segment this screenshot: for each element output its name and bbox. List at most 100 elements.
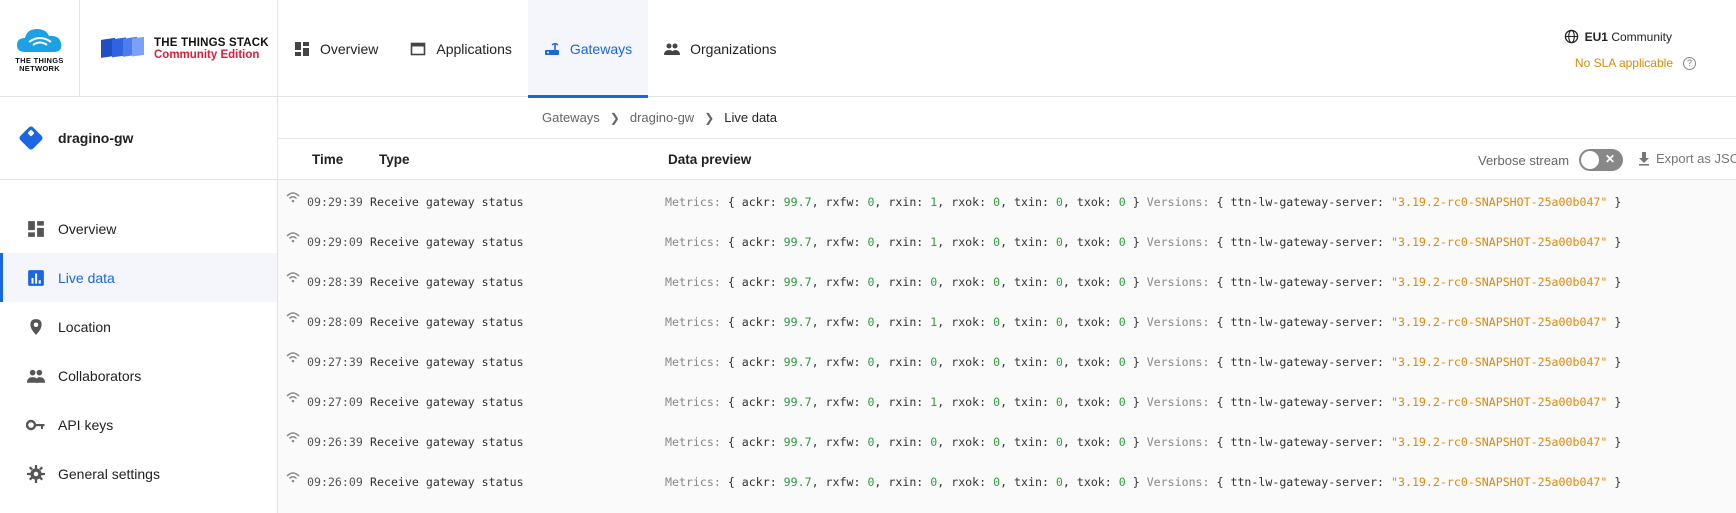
table-row[interactable]: 09:26:09 Receive gateway status Metrics: {… (278, 460, 1736, 500)
rxok-value: 0 (993, 475, 1001, 489)
event-preview: Metrics: { ackr: 99.7, rxfw: 0, rxin: 1,… (665, 395, 1622, 409)
table-row[interactable]: 09:29:09 Receive gateway status Metrics: {… (278, 220, 1736, 260)
txok-value: 0 (1118, 475, 1126, 489)
rxok-value: 0 (993, 355, 1001, 369)
sidebar-item-label: Overview (58, 220, 117, 237)
cluster-region: EU1 (1584, 29, 1608, 44)
wifi-icon (286, 272, 300, 283)
server-key: ttn-lw-gateway-server: (1230, 235, 1385, 249)
metrics-label: Metrics: (665, 315, 721, 329)
nav-applications[interactable]: Applications (394, 0, 528, 97)
help-icon[interactable]: ? (1683, 56, 1696, 70)
event-type: Receive gateway status (370, 475, 524, 489)
sidebar-item-live-data[interactable]: Live data (0, 253, 277, 302)
txok-value: 0 (1118, 355, 1126, 369)
sidebar-item-overview[interactable]: Overview (0, 204, 277, 253)
ttn-logo-line2: NETWORK (19, 64, 60, 73)
txin-value: 0 (1055, 315, 1063, 329)
wifi-icon (286, 352, 300, 363)
txin-value: 0 (1055, 355, 1063, 369)
event-time: 09:26:39 (307, 435, 363, 449)
rxfw-value: 0 (867, 395, 875, 409)
sidebar-item-location[interactable]: Location (0, 302, 277, 351)
sidebar-item-general-settings[interactable]: General settings (0, 449, 277, 498)
nav-organizations[interactable]: Organizations (648, 0, 792, 97)
event-type: Receive gateway status (370, 395, 524, 409)
rxin-value: 1 (930, 395, 938, 409)
event-time: 09:27:39 (307, 355, 363, 369)
rxok-value: 0 (993, 195, 1001, 209)
wifi-icon (286, 192, 300, 203)
cluster-info[interactable]: EU1 Community No SLA applicable ? (1516, 29, 1696, 70)
versions-label: Versions: (1146, 355, 1210, 369)
events-table-header: Time Type Data preview Verbose stream ✕ … (278, 139, 1736, 180)
sla-notice: No SLA applicable (1574, 56, 1673, 70)
verbose-stream-label: Verbose stream (1478, 152, 1570, 168)
window-icon (411, 42, 426, 55)
event-preview: Metrics: { ackr: 99.7, rxfw: 0, rxin: 0,… (665, 475, 1622, 489)
tts-stack-icon (101, 36, 144, 58)
rxfw-value: 0 (867, 355, 875, 369)
event-time: 09:28:09 (307, 315, 363, 329)
cloud-logo-icon (16, 29, 61, 52)
ttn-logo[interactable]: THE THINGS NETWORK (0, 0, 80, 97)
sidebar-item-collaborators[interactable]: Collaborators (0, 351, 277, 400)
ackr-value: 99.7 (783, 435, 812, 449)
breadcrumb-gateways[interactable]: Gateways (542, 110, 600, 125)
gateway-name: dragino-gw (58, 130, 134, 146)
sidebar-item-label: Location (58, 318, 111, 335)
server-version: "3.19.2-rc0-SNAPSHOT-25a00b047" (1391, 275, 1608, 289)
rxok-value: 0 (993, 395, 1001, 409)
col-type: Type (379, 152, 410, 167)
server-version: "3.19.2-rc0-SNAPSHOT-25a00b047" (1391, 235, 1608, 249)
tts-edition: Community Edition (154, 48, 260, 61)
breadcrumb-gateway[interactable]: dragino-gw (630, 110, 694, 125)
main-nav: Overview Applications Gateways Organizat… (278, 0, 793, 98)
table-row[interactable]: 09:26:39 Receive gateway status Metrics: {… (278, 420, 1736, 460)
server-key: ttn-lw-gateway-server: (1230, 195, 1385, 209)
event-time: 09:28:39 (307, 275, 363, 289)
rxin-value: 1 (930, 235, 938, 249)
dashboard-icon (28, 220, 44, 237)
event-type: Receive gateway status (370, 315, 524, 329)
nav-gateways[interactable]: Gateways (527, 0, 649, 98)
wifi-icon (286, 472, 300, 483)
txin-value: 0 (1055, 395, 1063, 409)
rxin-value: 0 (930, 475, 938, 489)
server-version: "3.19.2-rc0-SNAPSHOT-25a00b047" (1391, 195, 1608, 209)
verbose-stream-toggle[interactable]: ✕ (1579, 149, 1624, 171)
table-row[interactable]: 09:29:39 Receive gateway status Metrics: {… (278, 180, 1736, 220)
rxok-value: 0 (993, 235, 1001, 249)
metrics-label: Metrics: (665, 395, 721, 409)
server-key: ttn-lw-gateway-server: (1230, 395, 1385, 409)
col-data-preview: Data preview (668, 152, 752, 167)
versions-label: Versions: (1146, 435, 1210, 449)
export-json-button[interactable]: Export as JSON (1638, 151, 1736, 166)
table-row[interactable]: 09:27:09 Receive gateway status Metrics: {… (278, 380, 1736, 420)
metrics-label: Metrics: (665, 475, 721, 489)
server-key: ttn-lw-gateway-server: (1230, 475, 1385, 489)
server-key: ttn-lw-gateway-server: (1230, 355, 1385, 369)
ackr-value: 99.7 (783, 275, 812, 289)
table-row[interactable]: 09:28:09 Receive gateway status Metrics: {… (278, 300, 1736, 340)
txin-value: 0 (1055, 275, 1063, 289)
wifi-icon (286, 232, 300, 243)
table-row[interactable]: 09:28:39 Receive gateway status Metrics: {… (278, 260, 1736, 300)
event-preview: Metrics: { ackr: 99.7, rxfw: 0, rxin: 1,… (665, 235, 1622, 249)
sidebar-item-api-keys[interactable]: API keys (0, 400, 277, 449)
tts-logo[interactable]: THE THINGS STACK Community Edition (80, 0, 278, 97)
people-icon (664, 43, 681, 55)
versions-label: Versions: (1146, 195, 1210, 209)
server-key: ttn-lw-gateway-server: (1230, 315, 1385, 329)
dashboard-icon (295, 41, 309, 56)
server-key: ttn-lw-gateway-server: (1230, 435, 1385, 449)
event-type: Receive gateway status (370, 235, 524, 249)
txin-value: 0 (1055, 475, 1063, 489)
rxin-value: 1 (930, 315, 938, 329)
tts-title: THE THINGS STACK (154, 36, 269, 49)
table-row[interactable]: 09:27:39 Receive gateway status Metrics: {… (278, 340, 1736, 380)
server-key: ttn-lw-gateway-server: (1230, 275, 1385, 289)
nav-overview[interactable]: Overview (278, 0, 394, 97)
location-pin-icon (30, 318, 42, 335)
rxin-value: 0 (930, 355, 938, 369)
